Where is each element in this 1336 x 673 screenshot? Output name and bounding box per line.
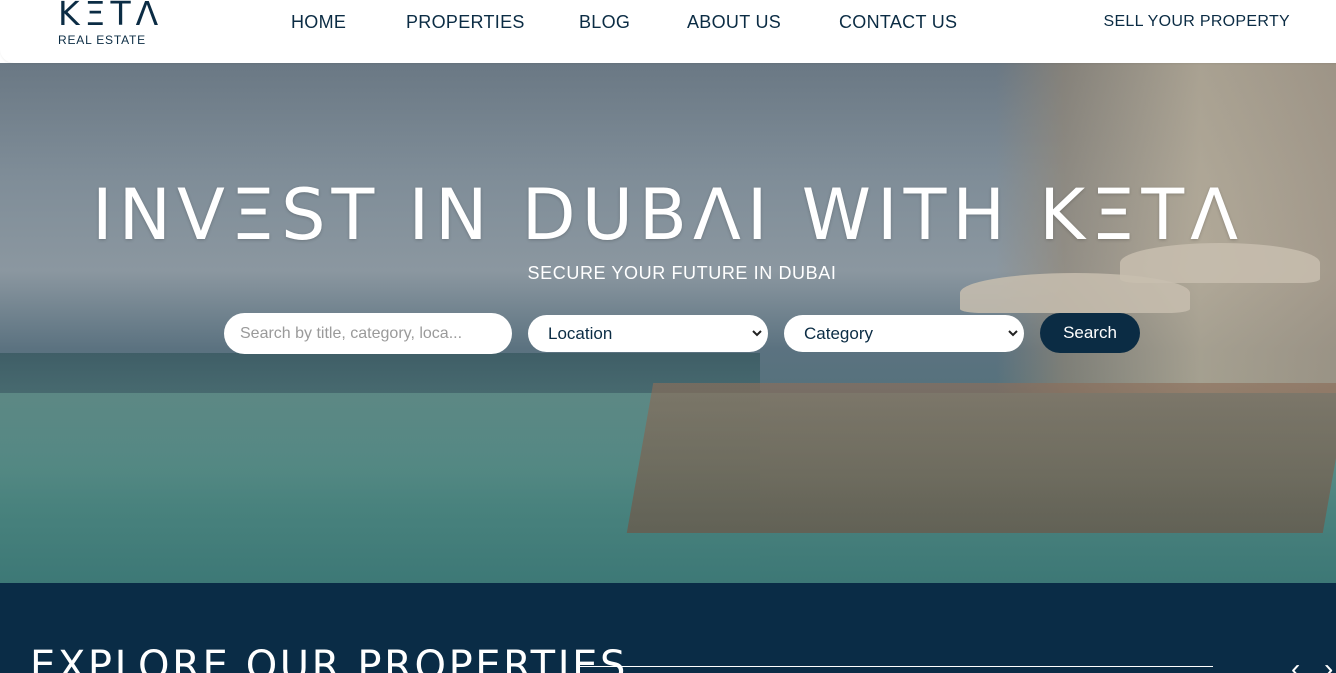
chevron-down-icon	[1008, 315, 1018, 367]
explore-title: EXPLORE OUR PROPERTIES	[30, 643, 628, 673]
category-select[interactable]: Category	[784, 315, 1024, 352]
location-select-value: Location	[548, 324, 613, 343]
nav-item-properties[interactable]: PROPERTIES	[406, 12, 525, 33]
nav-item-about-us[interactable]: ABOUT US	[687, 12, 781, 33]
chevron-down-icon	[752, 315, 762, 367]
location-select[interactable]: Location	[528, 315, 768, 352]
hero-title: INVΞST IN DUBΛI WITH KΞTΛ	[91, 174, 1245, 256]
chevron-right-icon[interactable]: ›	[1324, 653, 1333, 673]
search-input[interactable]	[224, 313, 512, 354]
sell-your-property-link[interactable]: SELL YOUR PROPERTY	[1103, 13, 1290, 31]
nav-item-blog[interactable]: BLOG	[579, 12, 630, 33]
chevron-left-icon[interactable]: ‹	[1291, 653, 1300, 673]
nav-item-home[interactable]: HOME	[291, 12, 346, 33]
hero-background-deck	[626, 383, 1336, 533]
explore-properties-section: EXPLORE OUR PROPERTIES ‹ ›	[0, 583, 1336, 673]
search-button[interactable]: Search	[1040, 313, 1140, 353]
divider	[578, 666, 1213, 667]
hero-section: INVΞST IN DUBΛI WITH KΞTΛ SECURE YOUR FU…	[0, 63, 1336, 583]
search-bar: Location Category Search	[0, 313, 1336, 355]
category-select-value: Category	[804, 324, 873, 343]
hero-subtitle: SECURE YOUR FUTURE IN DUBAI	[527, 263, 837, 283]
site-header: KΞTΛ REAL ESTATE HOME PROPERTIES BLOG AB…	[0, 0, 1336, 63]
nav-item-contact-us[interactable]: CONTACT US	[839, 12, 957, 33]
